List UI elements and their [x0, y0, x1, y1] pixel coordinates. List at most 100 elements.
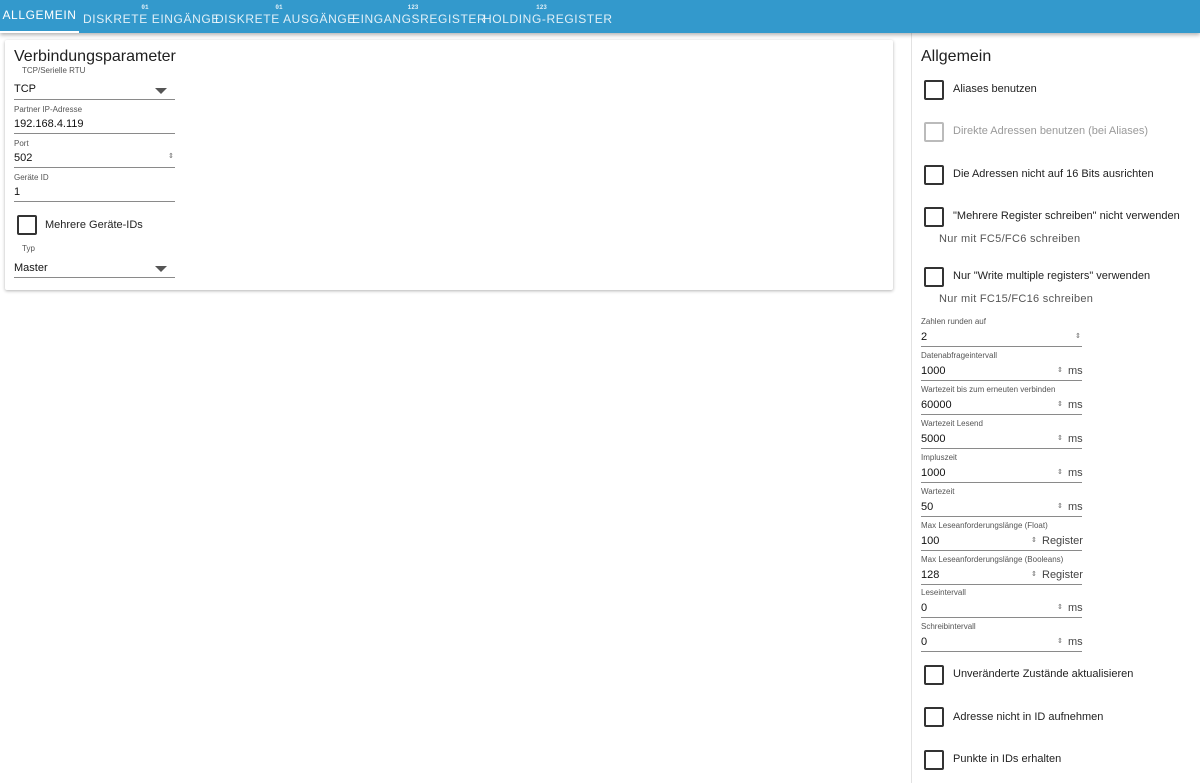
ip-field[interactable]: Partner IP-Adresse 192.168.4.119 — [14, 105, 175, 135]
spinner-icon[interactable]: ⇕ — [1031, 571, 1037, 578]
no-address-in-id-checkbox[interactable] — [924, 707, 944, 727]
write-interval-field[interactable]: Schreibintervall 0 ⇕ ms — [921, 622, 1083, 652]
spinner-icon[interactable]: ⇕ — [1057, 604, 1063, 611]
tab-label: DISKRETE AUSGÄNGE — [215, 12, 356, 26]
tab-label: ALLGEMEIN — [2, 8, 77, 22]
spinner-icon[interactable]: ⇕ — [1057, 367, 1063, 374]
device-id-field[interactable]: Geräte ID 1 — [14, 173, 175, 203]
update-unchanged-checkbox[interactable] — [924, 665, 944, 685]
read-interval-field[interactable]: Leseintervall 0 ⇕ ms — [921, 588, 1083, 618]
read-timeout-value: 5000 — [921, 433, 946, 445]
no-align-label: Die Adressen nicht auf 16 Bits ausrichte… — [953, 168, 1154, 180]
wait-value: 50 — [921, 501, 934, 513]
field-underline — [921, 448, 1082, 449]
max-float-field[interactable]: Max Leseanforderungslänge (Float) 100 ⇕ … — [921, 521, 1083, 551]
field-underline — [14, 167, 175, 168]
type-select[interactable]: Typ Master — [14, 244, 175, 278]
max-float-value: 100 — [921, 535, 940, 547]
field-underline — [921, 584, 1082, 585]
tab-label: EINGANGSREGISTER — [352, 12, 487, 26]
field-underline — [921, 482, 1082, 483]
write-interval-unit: ms — [1068, 636, 1083, 648]
multi-ids-checkbox[interactable] — [17, 215, 37, 235]
numeric-icon: 123 — [407, 4, 419, 11]
write-interval-label: Schreibintervall — [921, 622, 976, 631]
only-multi-write-label: Nur "Write multiple registers" verwenden — [953, 270, 1151, 282]
binary-icon: 01 — [275, 4, 283, 11]
numeric-icon: 123 — [536, 4, 547, 11]
spinner-icon[interactable]: ⇕ — [1031, 537, 1037, 544]
poll-label: Datenabfrageintervall — [921, 351, 998, 360]
wait-label: Wartezeit — [921, 487, 955, 496]
poll-value: 1000 — [921, 365, 946, 377]
field-underline — [14, 99, 175, 100]
no-align-checkbox[interactable] — [924, 165, 944, 185]
spinner-icon[interactable]: ⇕ — [1075, 333, 1081, 340]
port-label: Port — [14, 139, 29, 148]
reconnect-value: 60000 — [921, 399, 952, 411]
multi-ids-label: Mehrere Geräte-IDs — [45, 219, 143, 231]
direct-addresses-checkbox[interactable] — [924, 122, 944, 142]
only-multi-write-checkbox[interactable] — [924, 267, 944, 287]
no-multi-write-checkbox[interactable] — [924, 207, 944, 227]
no-multi-write-helper: Nur mit FC5/FC6 schreiben — [939, 233, 1081, 245]
max-float-label: Max Leseanforderungslänge (Float) — [921, 521, 1048, 530]
read-timeout-field[interactable]: Wartezeit Lesend 5000 ⇕ ms — [921, 419, 1083, 449]
tab-allgemein[interactable]: ALLGEMEIN — [0, 0, 79, 33]
mode-label: TCP/Serielle RTU — [22, 66, 86, 75]
ip-value: 192.168.4.119 — [14, 118, 84, 130]
general-panel: Allgemein Aliases benutzen Direkte Adres… — [911, 33, 1200, 783]
direct-addresses-label: Direkte Adressen benutzen (bei Aliases) — [953, 125, 1149, 137]
pulse-field[interactable]: Impluszeit 1000 ⇕ ms — [921, 453, 1083, 483]
field-underline — [921, 346, 1082, 347]
keep-dots-checkbox[interactable] — [924, 750, 944, 770]
pulse-value: 1000 — [921, 467, 946, 479]
aliases-checkbox[interactable] — [924, 80, 944, 100]
tab-label: DISKRETE EINGÄNGE — [83, 12, 220, 26]
round-field[interactable]: Zahlen runden auf 2 ⇕ — [921, 317, 1082, 347]
mode-select[interactable]: TCP/Serielle RTU TCP — [14, 66, 175, 100]
field-underline — [14, 133, 175, 134]
tab-bar: ALLGEMEIN 01 DISKRETE EINGÄNGE 01 DISKRE… — [0, 0, 1200, 33]
tab-eingangsregister[interactable]: 123 EINGANGSREGISTER — [352, 0, 487, 33]
spinner-icon[interactable]: ⇕ — [1057, 435, 1063, 442]
connection-title: Verbindungsparameter — [14, 48, 176, 65]
field-underline — [921, 516, 1082, 517]
binary-icon: 01 — [141, 4, 149, 11]
field-underline — [921, 617, 1082, 618]
field-underline — [14, 277, 175, 278]
port-field[interactable]: Port 502 ⇕ — [14, 139, 175, 169]
no-address-in-id-label: Adresse nicht in ID aufnehmen — [953, 711, 1104, 723]
pulse-unit: ms — [1068, 467, 1083, 479]
spinner-icon[interactable]: ⇕ — [1057, 638, 1063, 645]
type-value: Master — [14, 262, 48, 274]
mode-value: TCP — [14, 83, 36, 95]
wait-field[interactable]: Wartezeit 50 ⇕ ms — [921, 487, 1083, 517]
chevron-down-icon — [155, 266, 167, 272]
max-bool-label: Max Leseanforderungslänge (Booleans) — [921, 555, 1064, 564]
poll-unit: ms — [1068, 365, 1083, 377]
aliases-label: Aliases benutzen — [953, 83, 1037, 95]
write-interval-value: 0 — [921, 636, 928, 648]
tab-holding-register[interactable]: 123 HOLDING-REGISTER — [483, 0, 613, 33]
spinner-icon[interactable]: ⇕ — [1057, 401, 1063, 408]
chevron-down-icon — [155, 88, 167, 94]
pulse-label: Impluszeit — [921, 453, 958, 462]
field-underline — [921, 550, 1082, 551]
max-bool-value: 128 — [921, 569, 940, 581]
spinner-icon[interactable]: ⇕ — [1057, 469, 1063, 476]
poll-field[interactable]: Datenabfrageintervall 1000 ⇕ ms — [921, 351, 1083, 381]
general-title: Allgemein — [921, 48, 992, 65]
tab-diskrete-ausgaenge[interactable]: 01 DISKRETE AUSGÄNGE — [215, 0, 356, 33]
tab-diskrete-eingaenge[interactable]: 01 DISKRETE EINGÄNGE — [83, 0, 220, 33]
max-bool-unit: Register — [1042, 569, 1083, 581]
spinner-icon[interactable]: ⇕ — [168, 153, 174, 160]
tab-label: HOLDING-REGISTER — [483, 12, 613, 26]
reconnect-field[interactable]: Wartezeit bis zum erneuten verbinden 600… — [921, 385, 1083, 415]
keep-dots-label: Punkte in IDs erhalten — [953, 753, 1062, 765]
spinner-icon[interactable]: ⇕ — [1057, 503, 1063, 510]
field-underline — [921, 651, 1082, 652]
max-bool-field[interactable]: Max Leseanforderungslänge (Booleans) 128… — [921, 555, 1083, 585]
reconnect-label: Wartezeit bis zum erneuten verbinden — [921, 385, 1056, 394]
read-interval-value: 0 — [921, 602, 928, 614]
